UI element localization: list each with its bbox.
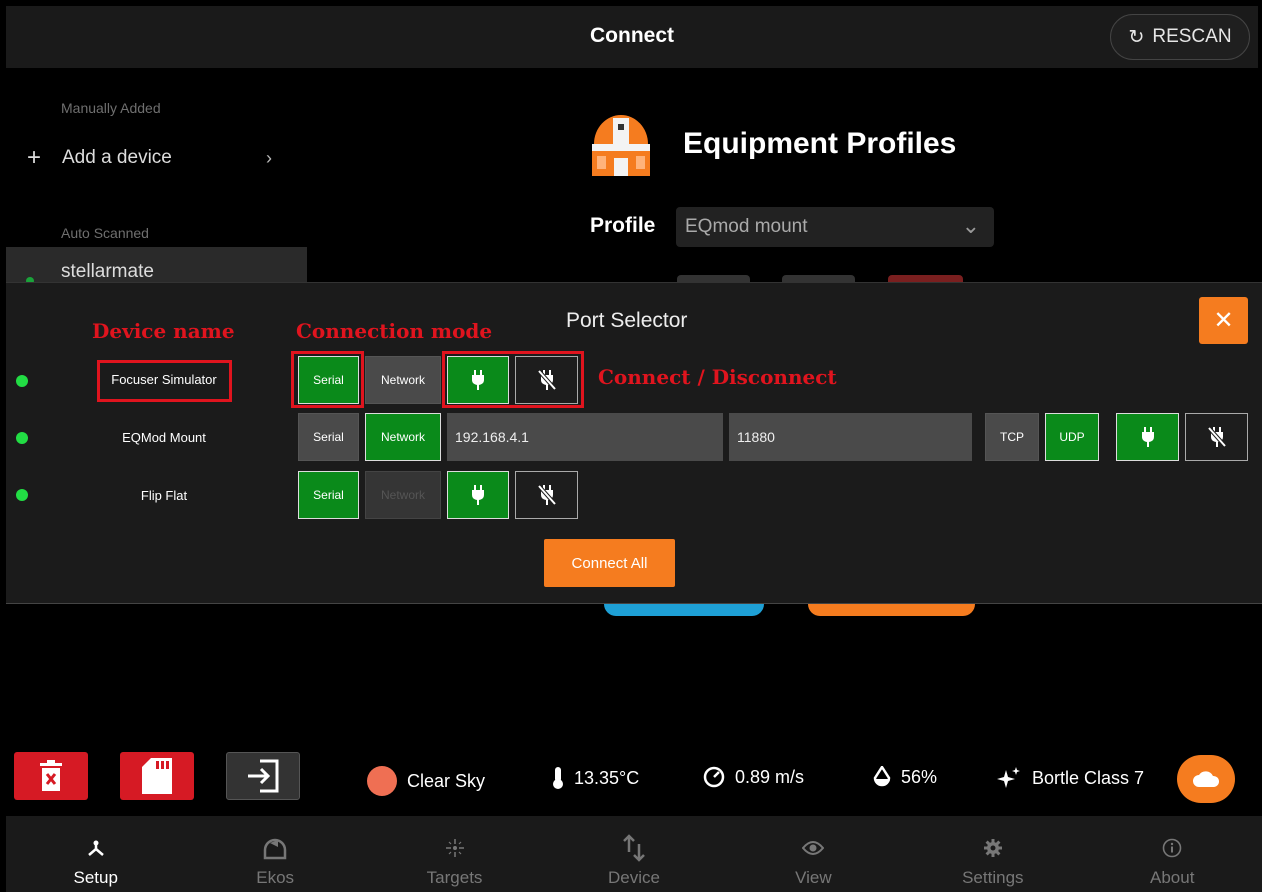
status-dot	[16, 489, 28, 501]
network-mode-button[interactable]: Network	[365, 356, 441, 404]
setup-icon	[86, 834, 106, 862]
rescan-button[interactable]: ↻ RESCAN	[1110, 14, 1250, 60]
unplug-icon	[537, 484, 556, 506]
sd-card-button[interactable]	[120, 752, 194, 800]
page-title: Connect	[590, 24, 674, 47]
connect-button[interactable]	[447, 471, 509, 519]
thermometer-icon	[553, 767, 563, 789]
sky-condition-icon	[367, 766, 397, 796]
profile-select-value: EQmod mount	[685, 216, 808, 237]
port-selector-dialog: Port Selector ✕ Focuser Simulator Serial…	[6, 282, 1262, 604]
nav-setup[interactable]: Setup	[6, 816, 185, 892]
profile-label: Profile	[590, 214, 656, 237]
host-input[interactable]: 192.168.4.1	[447, 413, 723, 461]
device-icon	[622, 834, 646, 862]
nav-view[interactable]: View	[724, 816, 903, 892]
ekos-icon	[262, 834, 288, 862]
device-item-stellarmate[interactable]: stellarmate	[6, 247, 307, 285]
highlight-device-name	[97, 360, 232, 402]
gauge-icon	[703, 766, 725, 788]
add-device-item[interactable]: + Add a device ›	[6, 132, 306, 184]
disconnect-button[interactable]	[1185, 413, 1248, 461]
nav-targets[interactable]: Targets	[365, 816, 544, 892]
equipment-profiles-title: Equipment Profiles	[683, 127, 957, 160]
droplet-icon	[873, 766, 891, 787]
nav-label: About	[1150, 868, 1195, 887]
about-icon	[1162, 834, 1182, 862]
status-dot	[16, 432, 28, 444]
nav-label: Device	[607, 868, 660, 887]
nav-label: Settings	[962, 868, 1024, 887]
connect-all-button[interactable]: Connect All	[544, 539, 675, 587]
close-icon: ✕	[1213, 307, 1234, 334]
nav-about[interactable]: About	[1083, 816, 1262, 892]
disconnect-button[interactable]	[515, 471, 578, 519]
port-input[interactable]: 11880	[729, 413, 972, 461]
manual-section-label: Manually Added	[61, 100, 161, 116]
weather-humidity: 56%	[873, 766, 937, 788]
plug-icon	[472, 485, 484, 505]
humidity-value: 56%	[901, 766, 938, 787]
nav-label: Targets	[426, 868, 483, 887]
wind-value: 0.89 m/s	[735, 766, 805, 787]
top-app-bar: Connect ↻ RESCAN	[6, 6, 1258, 68]
plus-icon: +	[26, 144, 41, 171]
device-name: stellarmate	[61, 261, 154, 282]
tcp-button[interactable]: TCP	[985, 413, 1039, 461]
auto-section-label: Auto Scanned	[61, 225, 149, 241]
nav-ekos[interactable]: Ekos	[185, 816, 364, 892]
close-button[interactable]: ✕	[1199, 297, 1248, 344]
view-icon	[802, 834, 825, 862]
sky-condition: Clear Sky	[407, 770, 486, 791]
weather-wind: 0.89 m/s	[703, 766, 804, 788]
sparkle-icon	[997, 767, 1020, 788]
profile-select[interactable]: EQmod mount ⌄	[676, 207, 994, 247]
cloud-button[interactable]	[1177, 755, 1235, 803]
refresh-icon: ↻	[1128, 26, 1145, 48]
plug-icon	[1141, 427, 1154, 447]
primary-action-button[interactable]	[604, 604, 764, 616]
network-mode-button: Network	[365, 471, 441, 519]
temperature-value: 13.35°C	[574, 767, 640, 788]
nav-device[interactable]: Device	[544, 816, 723, 892]
annotation-device-name: Device name	[92, 319, 235, 343]
exit-icon	[248, 759, 279, 793]
highlight-connect-disconnect	[442, 351, 584, 408]
rescan-label: RESCAN	[1152, 26, 1232, 47]
device-name: Flip Flat	[140, 488, 188, 503]
nav-label: Ekos	[256, 868, 295, 887]
add-device-label: Add a device	[62, 147, 172, 168]
serial-mode-button[interactable]: Serial	[298, 413, 359, 461]
weather-sky: Clear Sky	[367, 766, 485, 796]
secondary-action-button[interactable]	[808, 604, 975, 616]
nav-label: View	[795, 868, 832, 887]
device-name: EQMod Mount	[122, 430, 206, 445]
unplug-icon	[1207, 426, 1226, 448]
annotation-connection-mode: Connection mode	[296, 319, 493, 343]
nav-label: Setup	[73, 868, 118, 887]
observatory-icon	[590, 110, 652, 176]
udp-button[interactable]: UDP	[1045, 413, 1099, 461]
logout-button[interactable]	[226, 752, 300, 800]
cloud-icon	[1193, 771, 1220, 787]
connect-button[interactable]	[1116, 413, 1179, 461]
highlight-connection-mode	[291, 351, 364, 408]
weather-bortle: Bortle Class 7	[996, 766, 1144, 790]
weather-temperature: 13.35°C	[552, 766, 639, 790]
trash-icon	[40, 760, 62, 791]
clear-log-button[interactable]	[14, 752, 88, 800]
bottom-navigation: Setup Ekos Targets Device View Settings	[6, 816, 1262, 892]
sd-card-icon	[142, 758, 172, 794]
chevron-right-icon: ›	[266, 147, 272, 168]
nav-settings[interactable]: Settings	[903, 816, 1082, 892]
settings-icon	[983, 834, 1003, 862]
status-dot	[16, 375, 28, 387]
network-mode-button[interactable]: Network	[365, 413, 441, 461]
dialog-title: Port Selector	[566, 309, 688, 332]
serial-mode-button[interactable]: Serial	[298, 471, 359, 519]
bortle-value: Bortle Class 7	[1032, 767, 1145, 788]
annotation-connect-disconnect: Connect / Disconnect	[598, 365, 837, 389]
targets-icon	[445, 834, 465, 862]
chevron-down-icon: ⌄	[961, 213, 980, 238]
